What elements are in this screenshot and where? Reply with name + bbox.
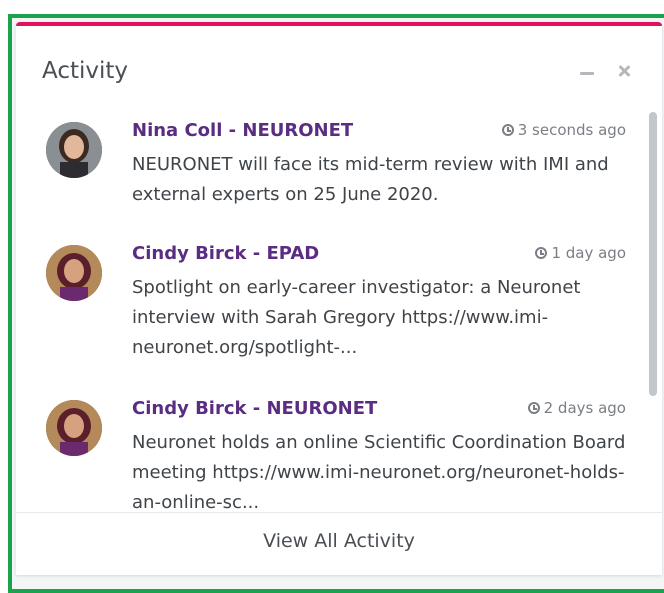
view-all-activity-link[interactable]: View All Activity (16, 530, 662, 552)
avatar (46, 245, 102, 301)
activity-text: NEURONET will face its mid-term review w… (132, 154, 609, 205)
widget-header: Activity (16, 26, 662, 92)
clock-icon (535, 247, 548, 259)
clock-icon (501, 124, 514, 136)
minimize-icon[interactable] (580, 72, 594, 75)
activity-author[interactable]: Cindy Birck - NEURONET (132, 398, 377, 419)
activity-list: Nina Coll - NEURONET 3 seconds ago NEURO… (16, 92, 646, 510)
widget-footer: View All Activity (16, 512, 662, 575)
close-icon[interactable] (616, 62, 634, 80)
activity-text: Neuronet holds an online Scientific Coor… (132, 432, 626, 510)
activity-time: 2 days ago (527, 399, 626, 417)
activity-widget: Activity Nina Coll - NEURONET 3 seconds … (16, 22, 662, 575)
activity-time: 1 day ago (535, 244, 626, 262)
scrollbar-thumb[interactable] (649, 112, 657, 396)
widget-title: Activity (42, 58, 129, 84)
clock-icon (527, 402, 540, 414)
activity-author[interactable]: Cindy Birck - EPAD (132, 243, 319, 264)
activity-time: 3 seconds ago (501, 121, 626, 139)
activity-author[interactable]: Nina Coll - NEURONET (132, 120, 353, 141)
avatar (46, 122, 102, 178)
activity-text: Spotlight on early-career investigator: … (132, 277, 581, 358)
avatar (46, 400, 102, 456)
